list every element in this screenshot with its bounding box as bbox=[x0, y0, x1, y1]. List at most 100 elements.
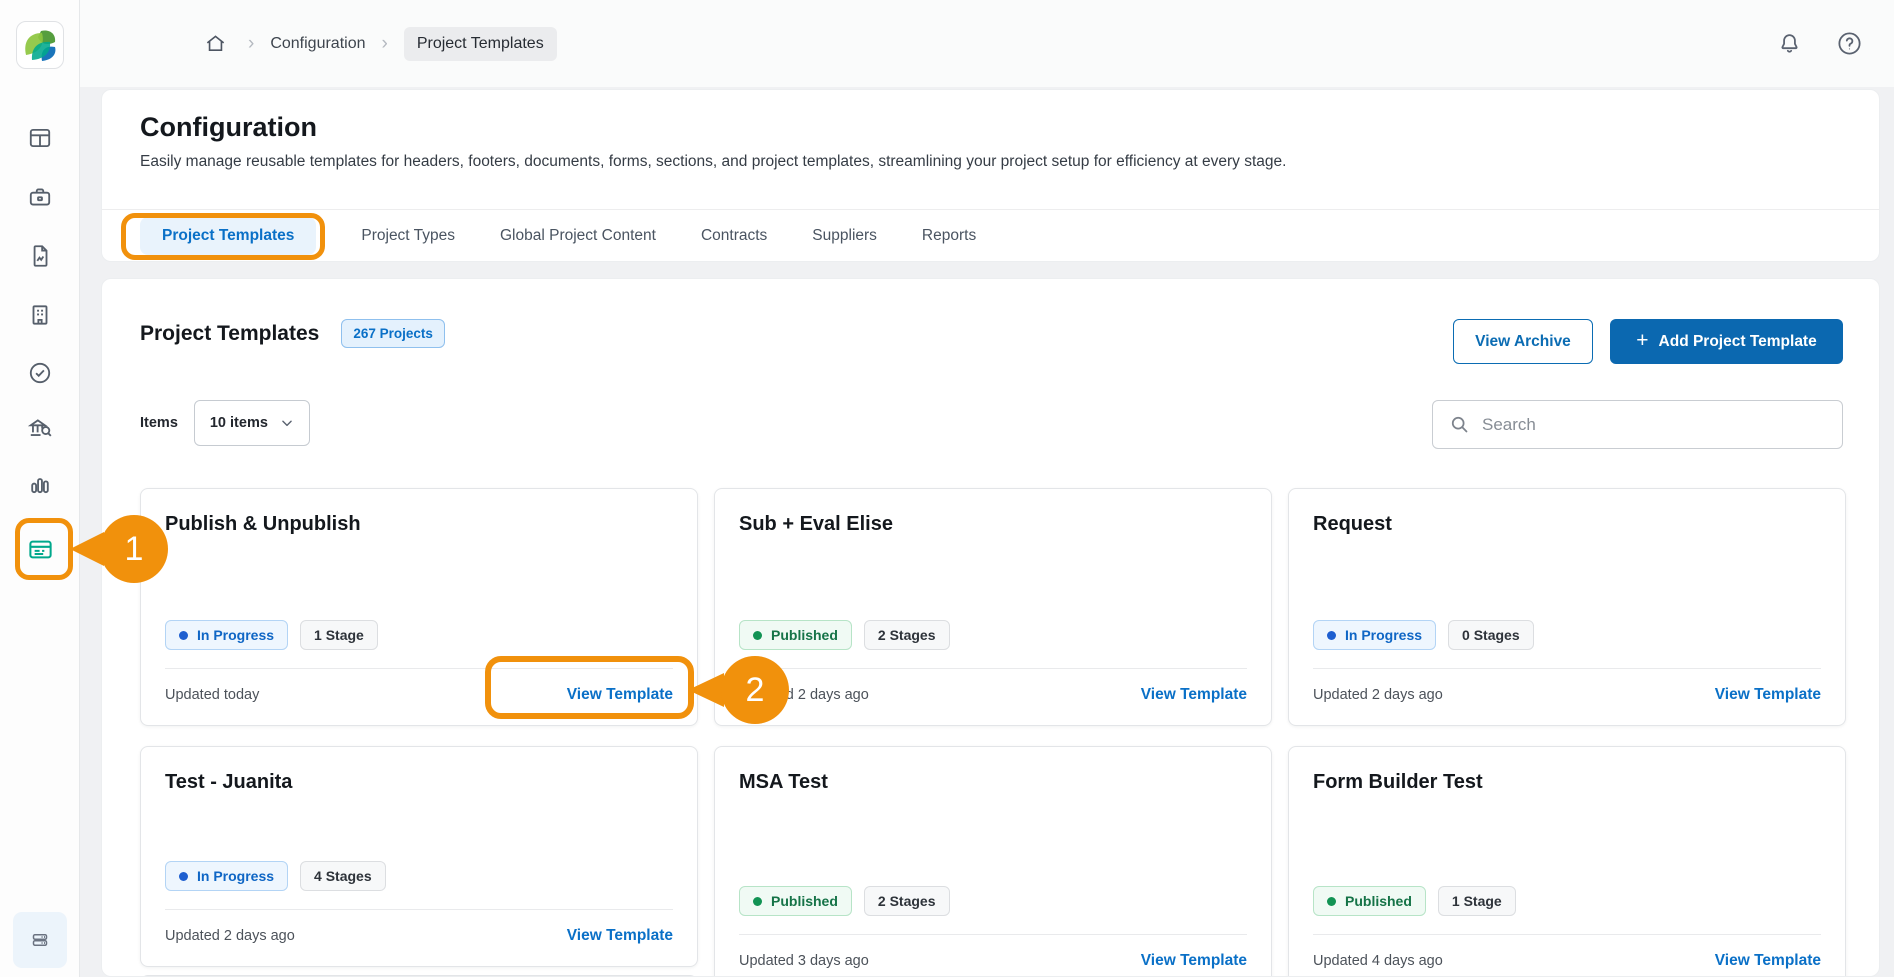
tab-project-types[interactable]: Project Types bbox=[361, 227, 455, 245]
template-card-grid: Publish & Unpublish In Progress 1 Stage … bbox=[140, 488, 1846, 977]
home-icon[interactable] bbox=[198, 27, 232, 61]
stage-count-badge: 1 Stage bbox=[1438, 886, 1516, 916]
plus-icon: + bbox=[1636, 329, 1648, 353]
institution-search-icon bbox=[27, 415, 53, 441]
sidebar-item-organization[interactable] bbox=[18, 293, 62, 337]
card-title: MSA Test bbox=[739, 771, 1247, 794]
template-card: Sub + Eval Elise Published 2 Stages Upda… bbox=[714, 488, 1272, 726]
status-dot-icon bbox=[753, 897, 762, 906]
sidebar-item-projects[interactable] bbox=[18, 175, 62, 219]
updated-text: Updated today bbox=[165, 687, 259, 703]
status-label: Published bbox=[771, 627, 838, 643]
template-card: Publish & Unpublish In Progress 1 Stage … bbox=[140, 488, 698, 726]
status-badge: Published bbox=[739, 620, 852, 650]
sidebar bbox=[0, 0, 80, 977]
breadcrumb-project-templates[interactable]: Project Templates bbox=[404, 27, 557, 61]
status-label: In Progress bbox=[197, 868, 274, 884]
card-title: Test - Juanita bbox=[165, 771, 673, 794]
status-dot-icon bbox=[753, 631, 762, 640]
status-label: In Progress bbox=[1345, 627, 1422, 643]
view-template-link[interactable]: View Template bbox=[1141, 686, 1247, 704]
stage-count-badge: 2 Stages bbox=[864, 620, 950, 650]
card-title: Form Builder Test bbox=[1313, 771, 1821, 794]
status-badge: Published bbox=[739, 886, 852, 916]
sidebar-item-institution-search[interactable] bbox=[18, 406, 62, 450]
card-title: Publish & Unpublish bbox=[165, 513, 673, 536]
sidebar-item-documents[interactable] bbox=[18, 234, 62, 278]
sidebar-item-approvals[interactable] bbox=[18, 351, 62, 395]
top-bar: › Configuration › Project Templates bbox=[80, 0, 1894, 87]
tab-global-project-content[interactable]: Global Project Content bbox=[500, 227, 656, 245]
items-per-page-select[interactable]: 10 items bbox=[194, 400, 310, 446]
page-header-panel: Configuration Easily manage reusable tem… bbox=[101, 89, 1880, 262]
template-card: Test - Juanita In Progress 4 Stages Upda… bbox=[140, 746, 698, 967]
project-count-badge: 267 Projects bbox=[341, 319, 445, 348]
view-template-link[interactable]: View Template bbox=[1715, 686, 1821, 704]
updated-text: Updated 2 days ago bbox=[165, 928, 295, 944]
add-project-template-button[interactable]: + Add Project Template bbox=[1610, 319, 1843, 364]
app-logo-icon bbox=[20, 25, 60, 65]
project-templates-panel: Project Templates 267 Projects View Arch… bbox=[101, 278, 1880, 977]
briefcase-icon bbox=[27, 184, 53, 210]
updated-text: Updated 2 days ago bbox=[739, 687, 869, 703]
view-template-link[interactable]: View Template bbox=[1141, 952, 1247, 970]
page-description: Easily manage reusable templates for hea… bbox=[140, 153, 1286, 171]
add-project-template-label: Add Project Template bbox=[1659, 333, 1817, 351]
view-template-link[interactable]: View Template bbox=[1715, 952, 1821, 970]
tab-bar: Project Templates Project Types Global P… bbox=[140, 210, 976, 262]
status-dot-icon bbox=[179, 872, 188, 881]
status-dot-icon bbox=[1327, 897, 1336, 906]
template-card: Request In Progress 0 Stages Updated 2 d… bbox=[1288, 488, 1846, 726]
check-circle-icon bbox=[27, 360, 53, 386]
items-label: Items bbox=[140, 415, 178, 431]
tab-suppliers[interactable]: Suppliers bbox=[812, 227, 877, 245]
sidebar-item-project-templates[interactable] bbox=[18, 527, 62, 571]
stage-count-badge: 1 Stage bbox=[300, 620, 378, 650]
status-badge: In Progress bbox=[1313, 620, 1436, 650]
project-templates-icon bbox=[27, 536, 54, 563]
search-box bbox=[1432, 400, 1843, 449]
sidebar-item-reports[interactable] bbox=[18, 461, 62, 505]
status-dot-icon bbox=[1327, 631, 1336, 640]
page-title: Configuration bbox=[140, 112, 317, 143]
search-icon bbox=[1449, 414, 1470, 435]
status-badge: In Progress bbox=[165, 861, 288, 891]
stage-count-badge: 0 Stages bbox=[1448, 620, 1534, 650]
view-template-link[interactable]: View Template bbox=[567, 686, 673, 704]
building-icon bbox=[27, 302, 53, 328]
sidebar-item-dashboard[interactable] bbox=[18, 116, 62, 160]
template-card: MSA Test Published 2 Stages Updated 3 da… bbox=[714, 746, 1272, 977]
tab-contracts[interactable]: Contracts bbox=[701, 227, 767, 245]
bar-chart-icon bbox=[27, 470, 53, 496]
status-badge: Published bbox=[1313, 886, 1426, 916]
document-report-icon bbox=[27, 243, 53, 269]
template-card: Form Builder Test Published 1 Stage Upda… bbox=[1288, 746, 1846, 977]
breadcrumb: › Configuration › Project Templates bbox=[198, 0, 557, 87]
card-title: Sub + Eval Elise bbox=[739, 513, 1247, 536]
chevron-down-icon bbox=[280, 416, 294, 430]
status-badge: In Progress bbox=[165, 620, 288, 650]
breadcrumb-configuration[interactable]: Configuration bbox=[270, 35, 365, 53]
tab-project-templates[interactable]: Project Templates bbox=[140, 217, 316, 255]
updated-text: Updated 2 days ago bbox=[1313, 687, 1443, 703]
sidebar-item-environments[interactable] bbox=[13, 912, 67, 968]
dashboard-layout-icon bbox=[27, 125, 53, 151]
server-stack-icon bbox=[28, 928, 52, 952]
view-template-link[interactable]: View Template bbox=[567, 927, 673, 945]
stage-count-badge: 4 Stages bbox=[300, 861, 386, 891]
updated-text: Updated 3 days ago bbox=[739, 953, 869, 969]
updated-text: Updated 4 days ago bbox=[1313, 953, 1443, 969]
card-title: Request bbox=[1313, 513, 1821, 536]
search-input[interactable] bbox=[1482, 415, 1826, 435]
view-archive-button[interactable]: View Archive bbox=[1453, 319, 1593, 364]
chevron-right-icon: › bbox=[246, 34, 256, 53]
help-icon[interactable] bbox=[1832, 27, 1866, 61]
stage-count-badge: 2 Stages bbox=[864, 886, 950, 916]
notifications-bell-icon[interactable] bbox=[1772, 27, 1806, 61]
status-label: In Progress bbox=[197, 627, 274, 643]
status-label: Published bbox=[771, 893, 838, 909]
status-dot-icon bbox=[179, 631, 188, 640]
tab-reports[interactable]: Reports bbox=[922, 227, 976, 245]
app-logo[interactable] bbox=[16, 21, 64, 69]
chevron-right-icon: › bbox=[380, 34, 390, 53]
